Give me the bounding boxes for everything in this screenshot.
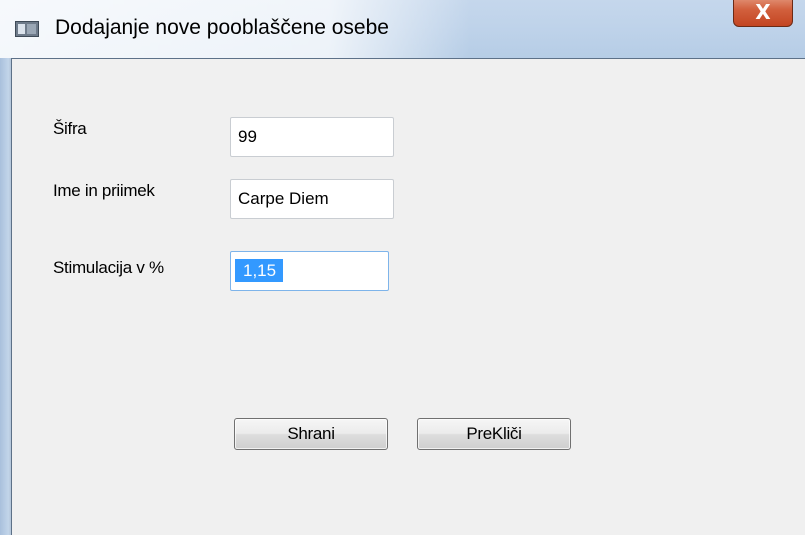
stimulacija-label: Stimulacija v % — [53, 258, 164, 277]
window-frame-left — [0, 58, 12, 535]
stimulacija-selected-text: 1,15 — [235, 259, 284, 282]
close-button[interactable]: X — [733, 0, 793, 27]
save-button[interactable]: Shrani — [234, 418, 388, 450]
ime-priimek-label: Ime in priimek — [53, 181, 155, 200]
sifra-field[interactable]: 99 — [230, 117, 394, 157]
dialog-client-area: Šifra 99 Ime in priimek Carpe Diem Stimu… — [12, 58, 805, 535]
app-window-icon[interactable] — [15, 21, 39, 37]
dialog-window: Dodajanje nove pooblaščene osebe X Šifra… — [0, 0, 805, 535]
window-title: Dodajanje nove pooblaščene osebe — [55, 16, 389, 39]
stimulacija-field[interactable]: 1,15 — [230, 251, 389, 291]
cancel-button[interactable]: PreKliči — [417, 418, 571, 450]
close-icon: X — [755, 0, 771, 24]
sifra-label: Šifra — [53, 119, 87, 138]
ime-priimek-field[interactable]: Carpe Diem — [230, 179, 394, 219]
title-bar[interactable]: Dodajanje nove pooblaščene osebe X — [0, 0, 805, 58]
